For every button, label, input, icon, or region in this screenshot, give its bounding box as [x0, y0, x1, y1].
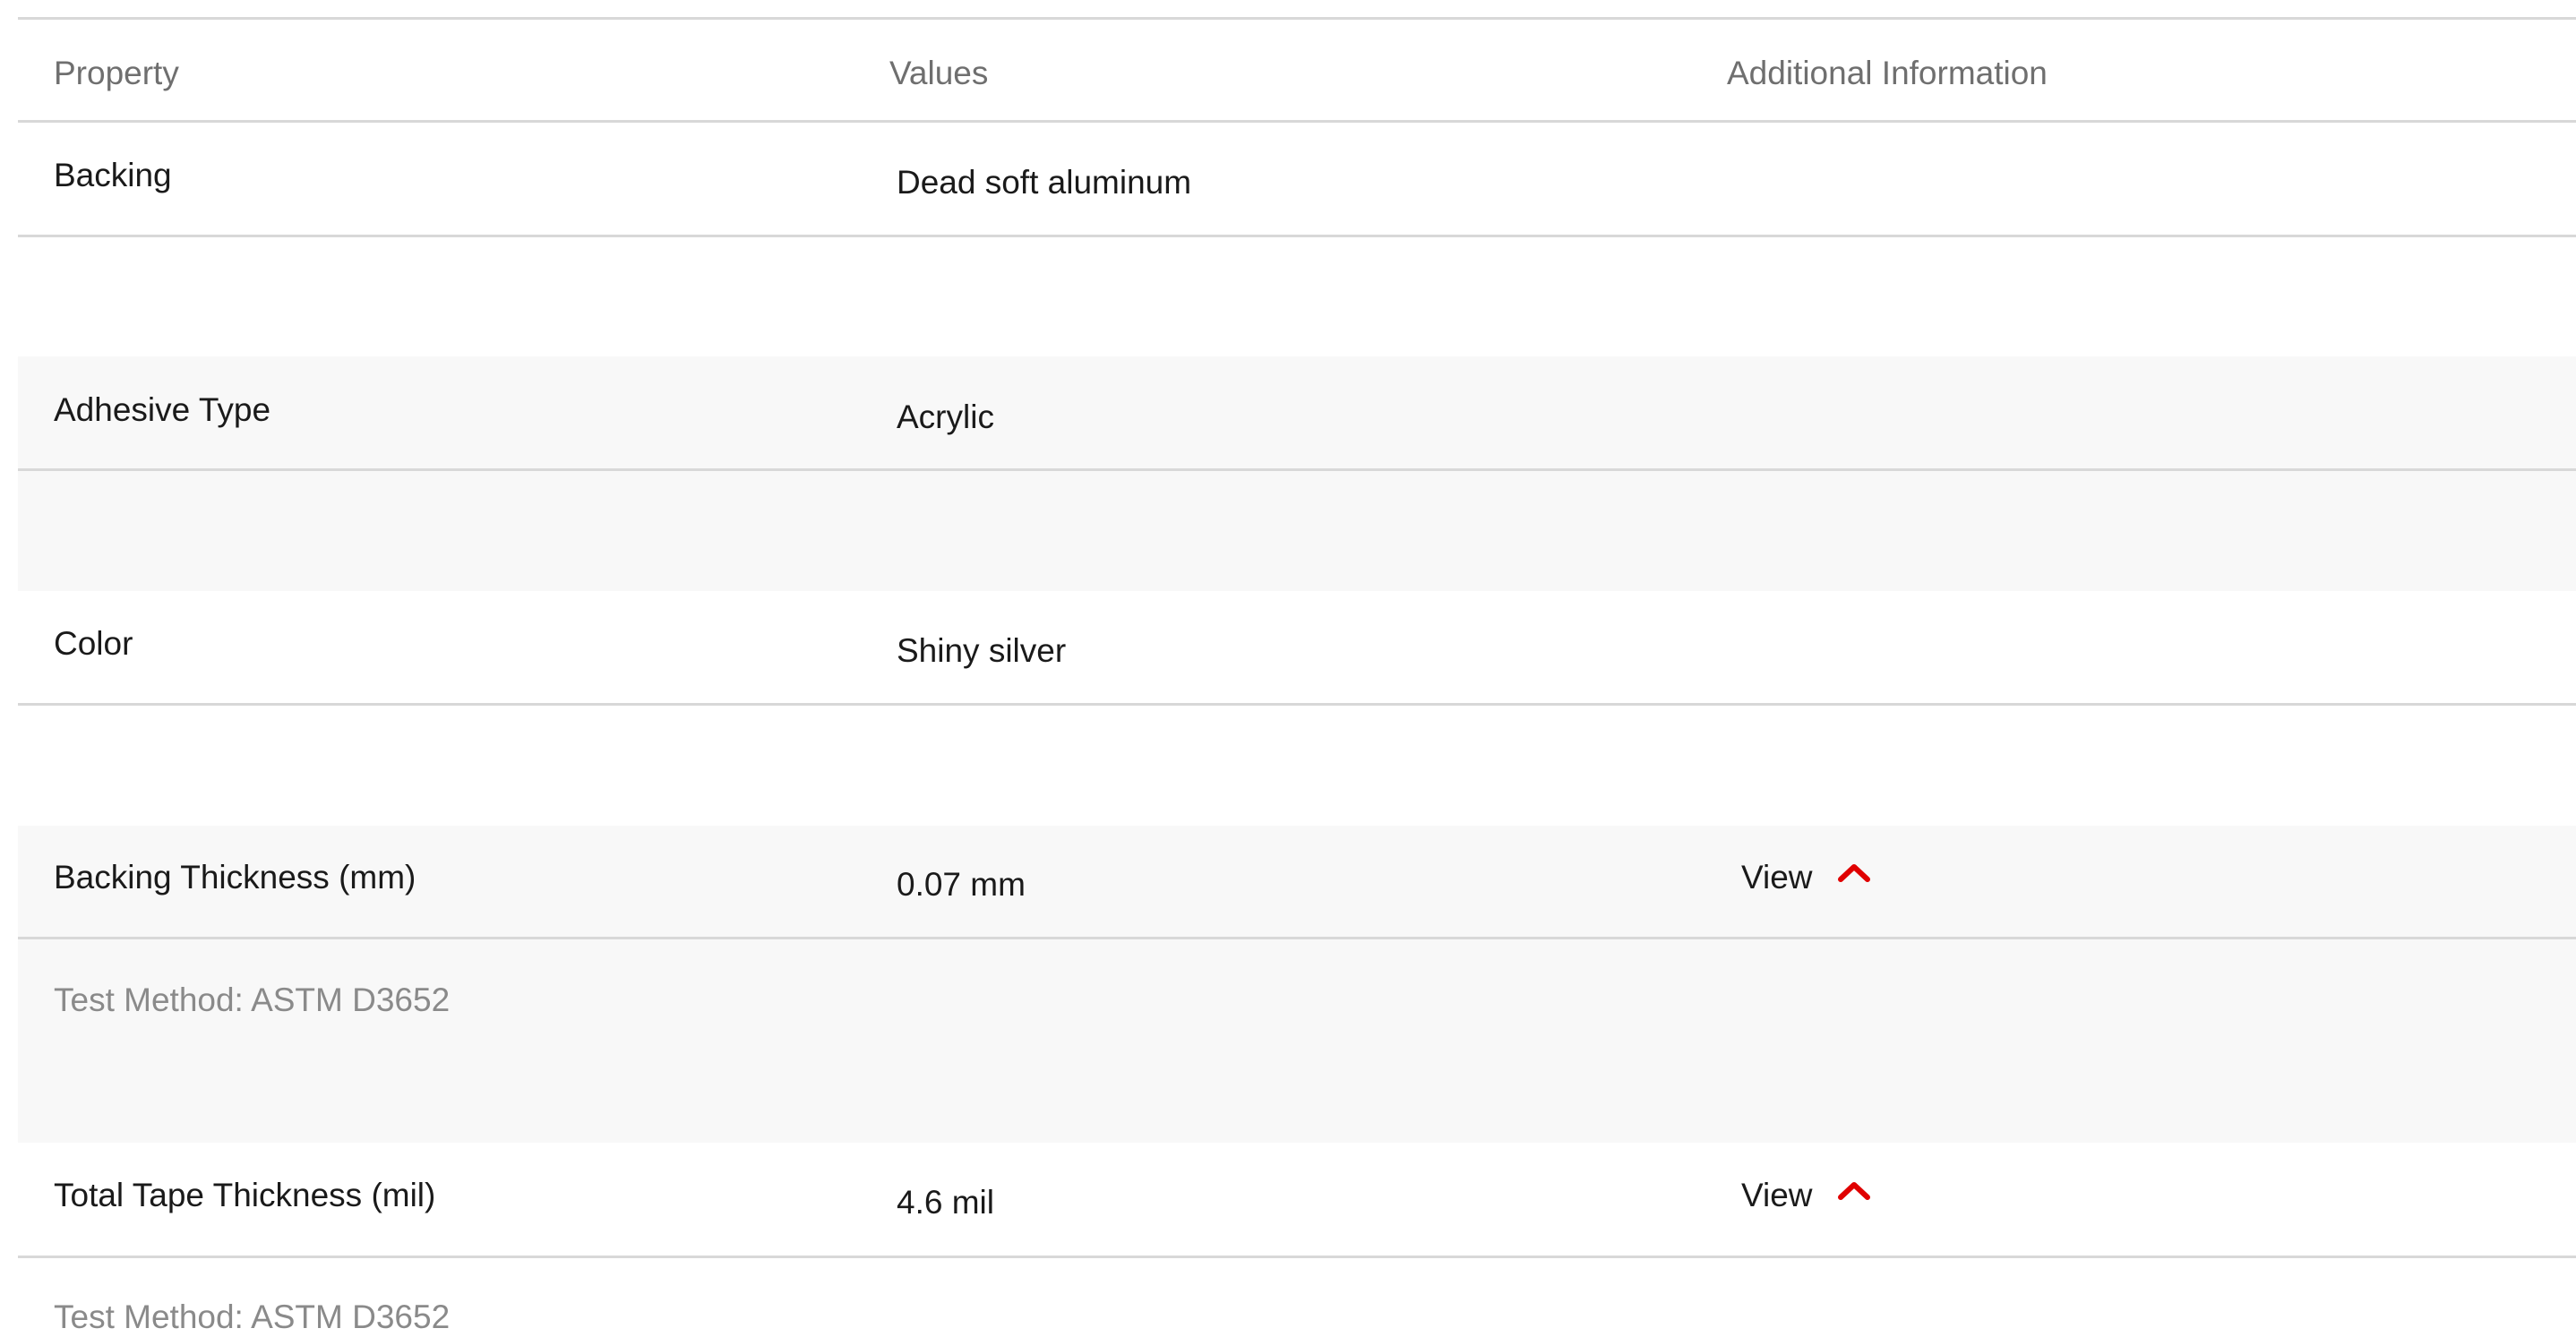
table-row-property: Adhesive Type [54, 391, 271, 428]
table-row-property: Backing [54, 157, 172, 193]
table-row-value: Acrylic [897, 399, 994, 435]
row-band-adhesive [18, 356, 2576, 591]
row-divider [18, 235, 2576, 237]
header-property: Property [54, 55, 179, 91]
row-divider [18, 468, 2576, 471]
table-row-property: Total Tape Thickness (mil) [54, 1177, 436, 1213]
test-method-note: Test Method: ASTM D3652 [54, 1298, 451, 1335]
view-label: View [1741, 1177, 1813, 1213]
table-row-value: 4.6 mil [897, 1184, 994, 1221]
table-row-value: Dead soft aluminum [897, 164, 1192, 201]
header-divider [18, 120, 2576, 123]
chevron-up-icon[interactable] [1836, 861, 1872, 884]
row-divider [18, 703, 2576, 706]
table-top-divider [18, 17, 2576, 20]
view-label: View [1741, 859, 1813, 896]
row-divider [18, 937, 2576, 939]
properties-table: Property Values Additional Information B… [18, 0, 2576, 1335]
chevron-up-icon[interactable] [1836, 1178, 1872, 1202]
table-row-property: Backing Thickness (mm) [54, 859, 416, 896]
view-additional-info-button[interactable]: View [1741, 858, 1872, 897]
test-method-note: Test Method: ASTM D3652 [54, 981, 451, 1018]
row-divider [18, 1256, 2576, 1258]
table-row-property: Color [54, 625, 133, 662]
view-additional-info-button[interactable]: View [1741, 1176, 1872, 1215]
table-row-value: 0.07 mm [897, 866, 1026, 903]
header-additional-information: Additional Information [1727, 55, 2048, 91]
table-row-value: Shiny silver [897, 632, 1067, 669]
header-values: Values [889, 55, 989, 91]
